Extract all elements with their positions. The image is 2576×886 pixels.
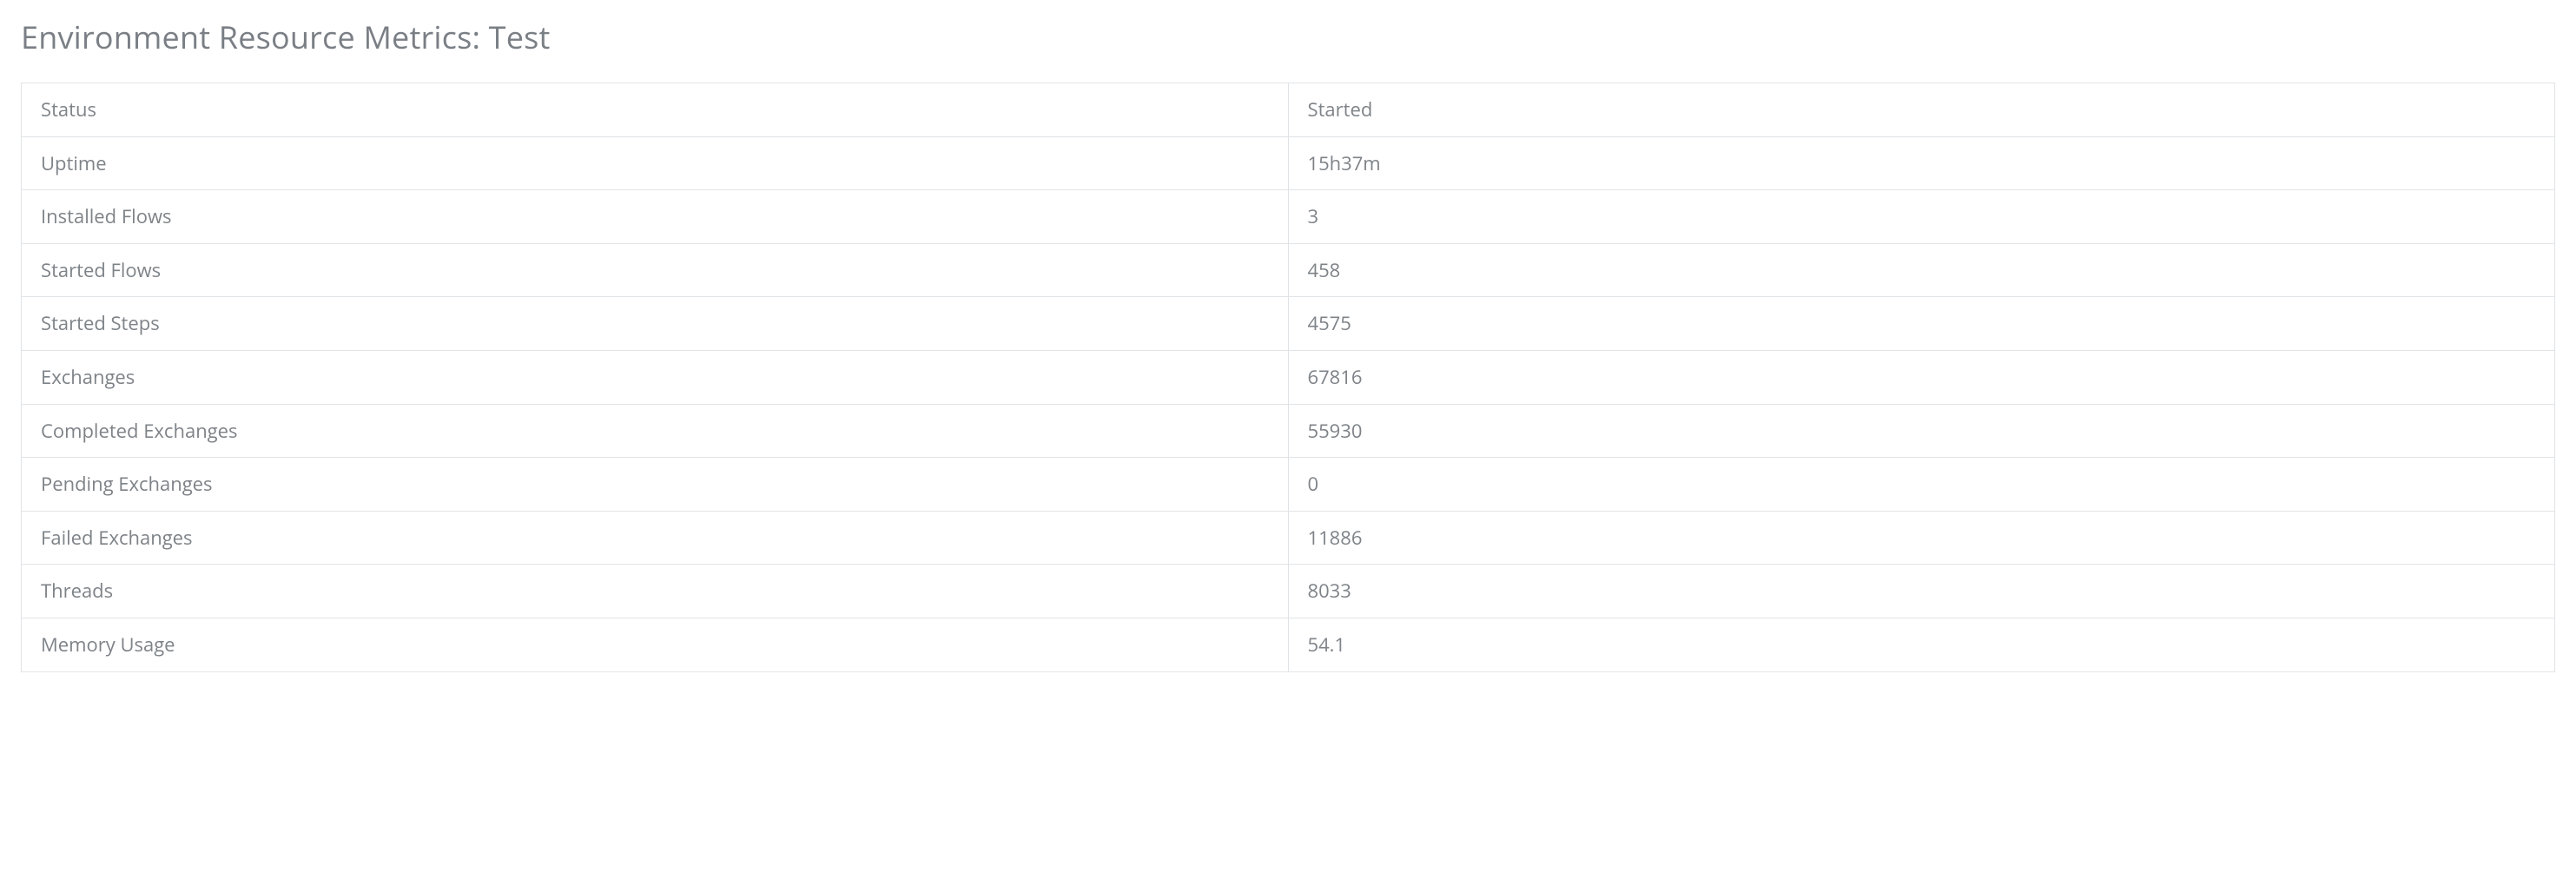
metric-label: Memory Usage [22,618,1289,671]
metric-label: Installed Flows [22,190,1289,244]
metric-label: Exchanges [22,350,1289,404]
metric-label: Threads [22,565,1289,618]
table-row: Pending Exchanges 0 [22,458,2555,512]
table-row: Uptime 15h37m [22,136,2555,190]
metric-value: 54.1 [1288,618,2555,671]
metric-value: 458 [1288,243,2555,297]
metric-label: Failed Exchanges [22,511,1289,565]
table-row: Completed Exchanges 55930 [22,404,2555,458]
metric-value: 11886 [1288,511,2555,565]
table-row: Exchanges 67816 [22,350,2555,404]
metric-label: Started Flows [22,243,1289,297]
metric-value: 55930 [1288,404,2555,458]
table-row: Memory Usage 54.1 [22,618,2555,671]
table-row: Installed Flows 3 [22,190,2555,244]
metric-value: 8033 [1288,565,2555,618]
metric-value: 15h37m [1288,136,2555,190]
metric-value: 0 [1288,458,2555,512]
metric-label: Completed Exchanges [22,404,1289,458]
metrics-table: Status Started Uptime 15h37m Installed F… [21,83,2555,672]
metric-label: Uptime [22,136,1289,190]
table-row: Started Flows 458 [22,243,2555,297]
metric-value: Started [1288,83,2555,137]
metric-label: Status [22,83,1289,137]
metric-label: Started Steps [22,297,1289,351]
metric-label: Pending Exchanges [22,458,1289,512]
table-row: Started Steps 4575 [22,297,2555,351]
metric-value: 3 [1288,190,2555,244]
table-row: Status Started [22,83,2555,137]
metric-value: 67816 [1288,350,2555,404]
table-row: Failed Exchanges 11886 [22,511,2555,565]
table-row: Threads 8033 [22,565,2555,618]
page-title: Environment Resource Metrics: Test [21,16,2555,58]
metric-value: 4575 [1288,297,2555,351]
